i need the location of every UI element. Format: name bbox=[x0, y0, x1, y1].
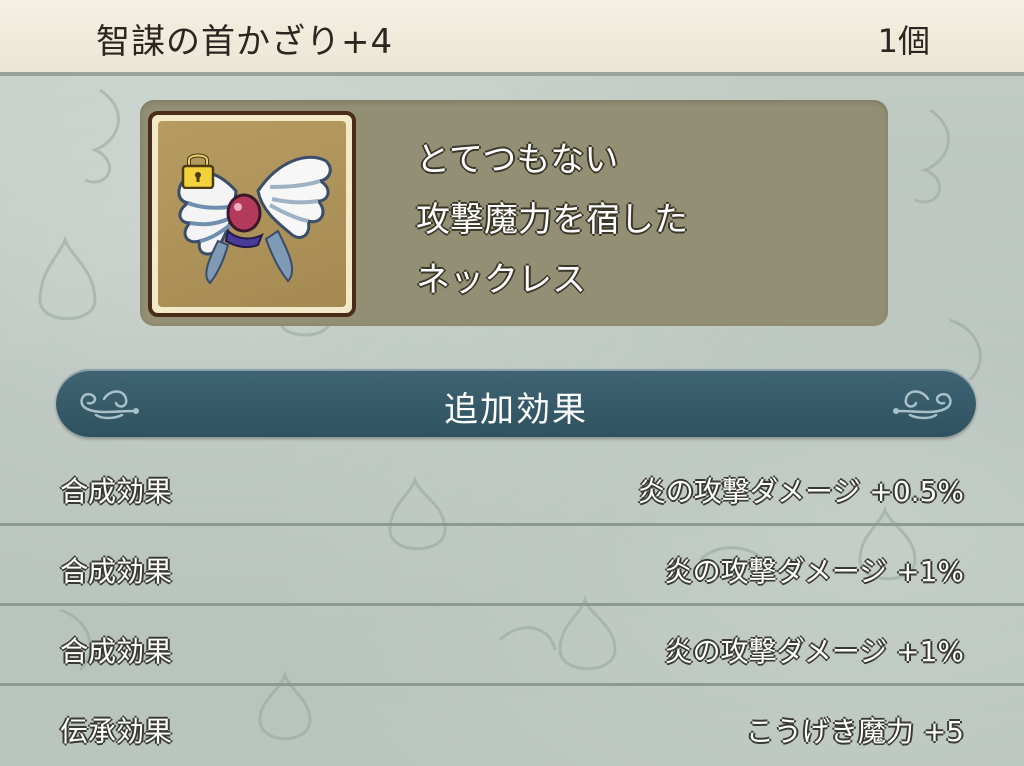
effect-row: 合成効果 炎の攻撃ダメージ +0.5% bbox=[0, 446, 1024, 526]
description-line: 攻撃魔力を宿した bbox=[416, 200, 688, 240]
item-icon-frame[interactable] bbox=[148, 111, 356, 317]
effects-list: 合成効果 炎の攻撃ダメージ +0.5% 合成効果 炎の攻撃ダメージ +1% 合成… bbox=[0, 446, 1024, 766]
effect-type: 伝承効果 bbox=[60, 715, 173, 748]
effect-row: 合成効果 炎の攻撃ダメージ +1% bbox=[0, 606, 1024, 686]
padlock-icon bbox=[181, 153, 215, 189]
description-line: ネックレス bbox=[416, 260, 586, 300]
description-line: とてつもない bbox=[416, 140, 619, 180]
item-quantity: 1個 bbox=[877, 22, 930, 60]
item-description: とてつもない 攻撃魔力を宿した ネックレス bbox=[416, 130, 856, 310]
effect-type: 合成効果 bbox=[60, 555, 173, 588]
item-header: 智謀の首かざり+4 1個 bbox=[0, 0, 1024, 76]
effect-type: 合成効果 bbox=[60, 635, 173, 668]
right-ornament-icon bbox=[893, 390, 952, 420]
effect-value: 炎の攻撃ダメージ +1% bbox=[664, 555, 964, 588]
effect-row: 合成効果 炎の攻撃ダメージ +1% bbox=[0, 526, 1024, 606]
effect-value: 炎の攻撃ダメージ +0.5% bbox=[637, 475, 964, 508]
section-title: 追加効果 bbox=[444, 390, 588, 430]
effect-type: 合成効果 bbox=[60, 475, 173, 508]
effect-value: 炎の攻撃ダメージ +1% bbox=[664, 635, 964, 668]
item-name: 智謀の首かざり+4 bbox=[96, 22, 394, 62]
section-banner: 追加効果 bbox=[56, 369, 976, 437]
item-icon-background bbox=[158, 121, 346, 307]
effect-row: 伝承効果 こうげき魔力 +5 bbox=[0, 686, 1024, 766]
effect-value: こうげき魔力 +5 bbox=[745, 715, 964, 748]
